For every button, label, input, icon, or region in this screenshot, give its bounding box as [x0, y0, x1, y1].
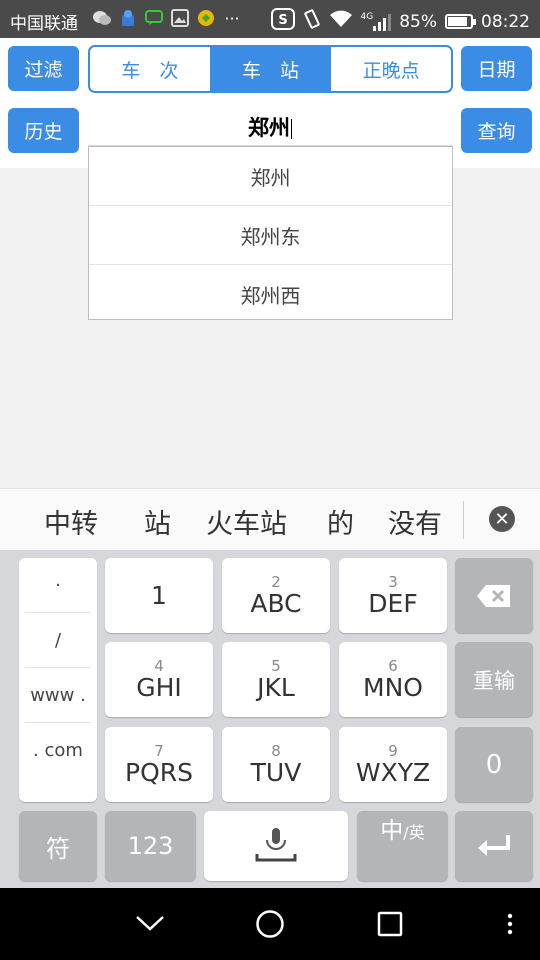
search-mode-tabs: 车 次 车 站 正晚点 [88, 45, 453, 93]
language-main-label: 中 [380, 818, 404, 844]
language-switch-key[interactable]: 中/英 [357, 811, 448, 881]
key-9[interactable]: 9 WXYZ [339, 727, 447, 802]
key-7[interactable]: 7 PQRS [105, 727, 213, 802]
microphone-icon [255, 828, 297, 862]
candidate-word[interactable]: 站 [144, 502, 171, 541]
reenter-key[interactable]: 重输 [455, 642, 533, 717]
key-2[interactable]: 2 ABC [222, 558, 330, 633]
suggestion-item[interactable]: 郑州 [89, 147, 452, 206]
ime-candidate-bar: 中转 站 火车站 的 没有 [0, 488, 540, 550]
key-6[interactable]: 6 MNO [339, 642, 447, 717]
candidate-word[interactable]: 火车站 [206, 502, 287, 541]
gallery-icon [170, 8, 190, 28]
signal-icon [373, 13, 392, 31]
tab-punctuality[interactable]: 正晚点 [330, 47, 451, 91]
candidate-word[interactable]: 没有 [388, 502, 442, 541]
status-bar: 中国联通 ··· S 4G 85% 08:22 [0, 0, 540, 38]
enter-icon [478, 835, 510, 856]
station-input-value: 郑州 [248, 116, 290, 140]
candidate-divider [463, 501, 464, 539]
station-suggestions: 郑州 郑州东 郑州西 [88, 146, 453, 320]
symbol-key[interactable]: www . [25, 668, 91, 723]
key-3[interactable]: 3 DEF [339, 558, 447, 633]
clock: 08:22 [481, 11, 530, 32]
backspace-icon [477, 584, 510, 607]
suggestion-item[interactable]: 郑州西 [89, 265, 452, 323]
back-chevron-icon[interactable] [134, 913, 166, 933]
more-options-icon[interactable] [505, 912, 515, 936]
date-button[interactable]: 日期 [461, 46, 532, 91]
close-candidates-icon[interactable]: ✕ [489, 506, 515, 532]
key-1[interactable]: 1 [105, 558, 213, 633]
suggestion-item[interactable]: 郑州东 [89, 206, 452, 265]
tab-train-number[interactable]: 车 次 [90, 47, 210, 91]
tab-station[interactable]: 车 站 [209, 47, 331, 91]
home-icon[interactable] [255, 909, 285, 939]
key-5[interactable]: 5 JKL [222, 642, 330, 717]
battery-percent: 85% [399, 11, 437, 32]
candidate-word[interactable]: 中转 [44, 502, 98, 541]
more-notifications-icon: ··· [224, 8, 240, 28]
symbol-key[interactable]: . com [25, 723, 91, 777]
recent-apps-icon[interactable] [377, 911, 403, 937]
vibrate-icon [303, 9, 321, 34]
symbol-key[interactable]: · [25, 558, 91, 613]
system-nav-bar [0, 888, 540, 960]
app-badge-icon [196, 8, 216, 28]
wifi-icon [329, 10, 353, 33]
wechat-icon [92, 8, 112, 28]
station-input[interactable]: 郑州 [160, 111, 380, 145]
key-8[interactable]: 8 TUV [222, 727, 330, 802]
text-caret [291, 119, 292, 139]
filter-button[interactable]: 过滤 [8, 46, 79, 91]
symbols-key[interactable]: 符 [19, 811, 97, 881]
enter-key[interactable] [455, 811, 533, 881]
history-button[interactable]: 历史 [8, 108, 79, 153]
svg-text:S: S [278, 13, 287, 28]
app-notification-icon [118, 8, 138, 28]
battery-icon [445, 14, 476, 29]
sync-icon: S [270, 8, 295, 35]
voice-key[interactable] [204, 811, 348, 881]
carrier-label: 中国联通 [10, 14, 78, 34]
candidate-word[interactable]: 的 [327, 502, 354, 541]
key-4[interactable]: 4 GHI [105, 642, 213, 717]
language-sub-label: /英 [403, 823, 425, 842]
network-type-label: 4G [360, 11, 374, 22]
symbol-column: · / www . . com [19, 558, 97, 802]
backspace-key[interactable] [455, 558, 533, 633]
numbers-key[interactable]: 123 [105, 811, 196, 881]
query-button[interactable]: 查询 [461, 108, 532, 153]
message-icon [144, 8, 164, 28]
symbol-key[interactable]: / [25, 613, 91, 668]
key-0[interactable]: 0 [455, 727, 533, 802]
